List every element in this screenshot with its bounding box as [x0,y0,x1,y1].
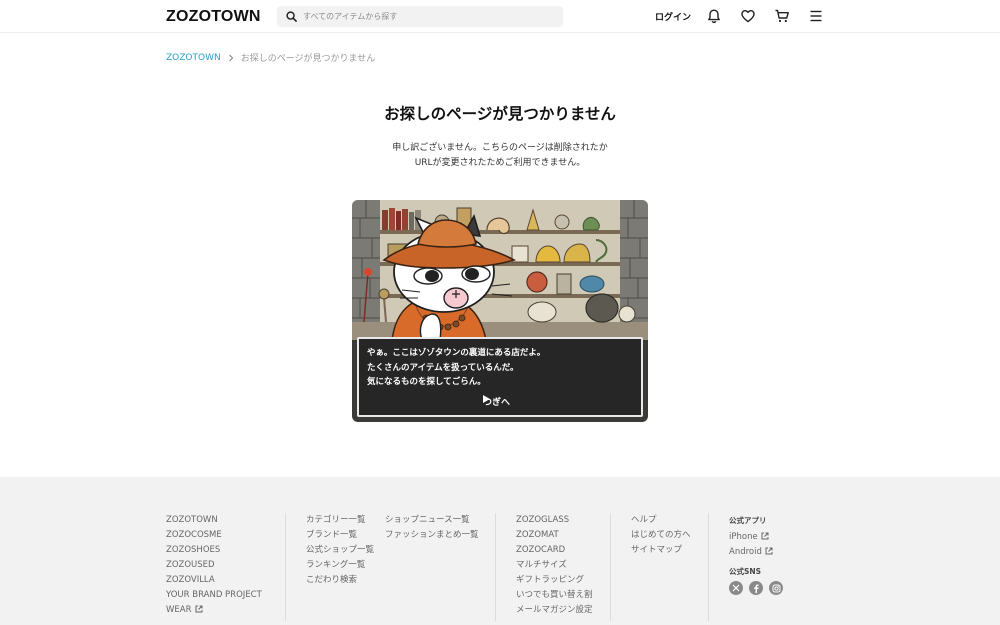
dialog-box: やぁ。ここはゾゾタウンの裏道にある店だよ。 たくさんのアイテムを扱っているんだ。… [357,337,643,417]
heart-icon[interactable] [740,8,756,24]
instagram-logo-glyph [772,584,780,592]
footer-link[interactable]: ZOZOVILLA [166,573,262,588]
footer-link[interactable]: はじめての方へ [631,528,691,543]
dialog-text: やぁ。ここはゾゾタウンの裏道にある店だよ。 たくさんのアイテムを扱っているんだ。… [367,346,545,390]
cart-icon[interactable] [774,8,790,24]
breadcrumb-home-link[interactable]: ZOZOTOWN [166,53,221,63]
footer-link[interactable]: ブランド一覧 [306,528,374,543]
dialog-line: たくさんのアイテムを扱っているんだ。 [367,362,519,373]
next-button[interactable]: つぎへ [483,395,510,408]
footer-link[interactable]: カテゴリー一覧 [306,513,374,528]
footer-divider [495,513,496,621]
external-link-icon [761,532,769,540]
search-bar[interactable] [277,6,563,27]
footer-link-label: WEAR [166,605,192,615]
search-icon [286,11,297,22]
footer-link[interactable]: ZOZOUSED [166,558,262,573]
error-message-line: 申し訳ございません。こちらのページは削除されたか [392,143,608,153]
shopkeeper-illustration: やぁ。ここはゾゾタウンの裏道にある店だよ。 たくさんのアイテムを扱っているんだ。… [352,200,648,422]
app-link-iphone[interactable]: iPhone [729,530,783,545]
search-input[interactable] [303,6,553,27]
menu-icon[interactable] [808,8,824,24]
footer-link[interactable]: ZOZOTOWN [166,513,262,528]
footer-lists-col-a: カテゴリー一覧 ブランド一覧 公式ショップ一覧 ランキング一覧 こだわり検索 [306,513,374,588]
sns-icons [729,581,783,595]
bell-icon[interactable] [706,8,722,24]
footer-link[interactable]: 公式ショップ一覧 [306,543,374,558]
footer-link[interactable]: ZOZOSHOES [166,543,262,558]
footer-link[interactable]: ファッションまとめ一覧 [385,528,479,543]
breadcrumb: ZOZOTOWN お探しのページが見つかりません [166,51,376,65]
facebook-icon[interactable] [749,581,763,595]
footer-divider [708,513,709,621]
app-link-android[interactable]: Android [729,545,783,560]
footer-link[interactable]: ZOZOCOSME [166,528,262,543]
footer-link[interactable]: ギフトラッピング [516,573,593,588]
app-link-label: Android [729,547,762,557]
footer-link[interactable]: メールマガジン設定 [516,603,593,618]
footer-link[interactable]: ZOZOMAT [516,528,593,543]
footer-link[interactable]: ランキング一覧 [306,558,374,573]
dialog-line: 気になるものを探してごらん。 [367,377,486,387]
footer-link[interactable]: ヘルプ [631,513,691,528]
footer-link[interactable]: マルチサイズ [516,558,593,573]
footer-link[interactable]: いつでも買い替え割 [516,588,593,603]
dialog-line: やぁ。ここはゾゾタウンの裏道にある店だよ。 [367,348,546,358]
footer-link-wear[interactable]: WEAR [166,603,262,618]
footer-lists-col-b: ショップニュース一覧 ファッションまとめ一覧 [385,513,479,543]
external-link-icon [195,605,202,613]
page-title: お探しのページが見つかりません [384,105,616,123]
footer-services-list: ZOZOTOWN ZOZOCOSME ZOZOSHOES ZOZOUSED ZO… [166,513,262,618]
footer-divider [610,513,611,621]
play-arrow-icon [483,395,490,403]
footer-apps-sns: 公式アプリ iPhone Android 公式SNS [729,515,783,595]
footer-link[interactable]: こだわり検索 [306,573,374,588]
footer-link[interactable]: YOUR BRAND PROJECT [166,588,262,603]
footer-divider [285,513,286,621]
footer-features-list: ZOZOGLASS ZOZOMAT ZOZOCARD マルチサイズ ギフトラッピ… [516,513,593,618]
footer-link[interactable]: ZOZOCARD [516,543,593,558]
login-link[interactable]: ログイン [655,10,691,23]
x-icon[interactable] [729,581,743,595]
x-logo-glyph [732,584,740,592]
external-link-icon [765,547,773,555]
site-header: ZOZOTOWN ログイン [0,0,1000,33]
breadcrumb-current: お探しのページが見つかりません [240,54,376,64]
footer-help-list: ヘルプ はじめての方へ サイトマップ [631,513,691,558]
facebook-logo-glyph [754,584,759,593]
site-footer: ZOZOTOWN ZOZOCOSME ZOZOSHOES ZOZOUSED ZO… [0,477,1000,625]
error-message-line: URLが変更されたためご利用できません。 [414,158,586,168]
footer-link[interactable]: ZOZOGLASS [516,513,593,528]
sns-heading: 公式SNS [729,567,762,576]
chevron-right-icon [228,54,233,61]
footer-link[interactable]: ショップニュース一覧 [385,513,479,528]
instagram-icon[interactable] [769,581,783,595]
footer-link[interactable]: サイトマップ [631,543,691,558]
app-link-label: iPhone [729,532,758,542]
error-message: 申し訳ございません。こちらのページは削除されたか URLが変更されたためご利用で… [0,141,1000,171]
zozotown-logo[interactable]: ZOZOTOWN [166,8,261,26]
apps-heading: 公式アプリ [729,516,767,525]
